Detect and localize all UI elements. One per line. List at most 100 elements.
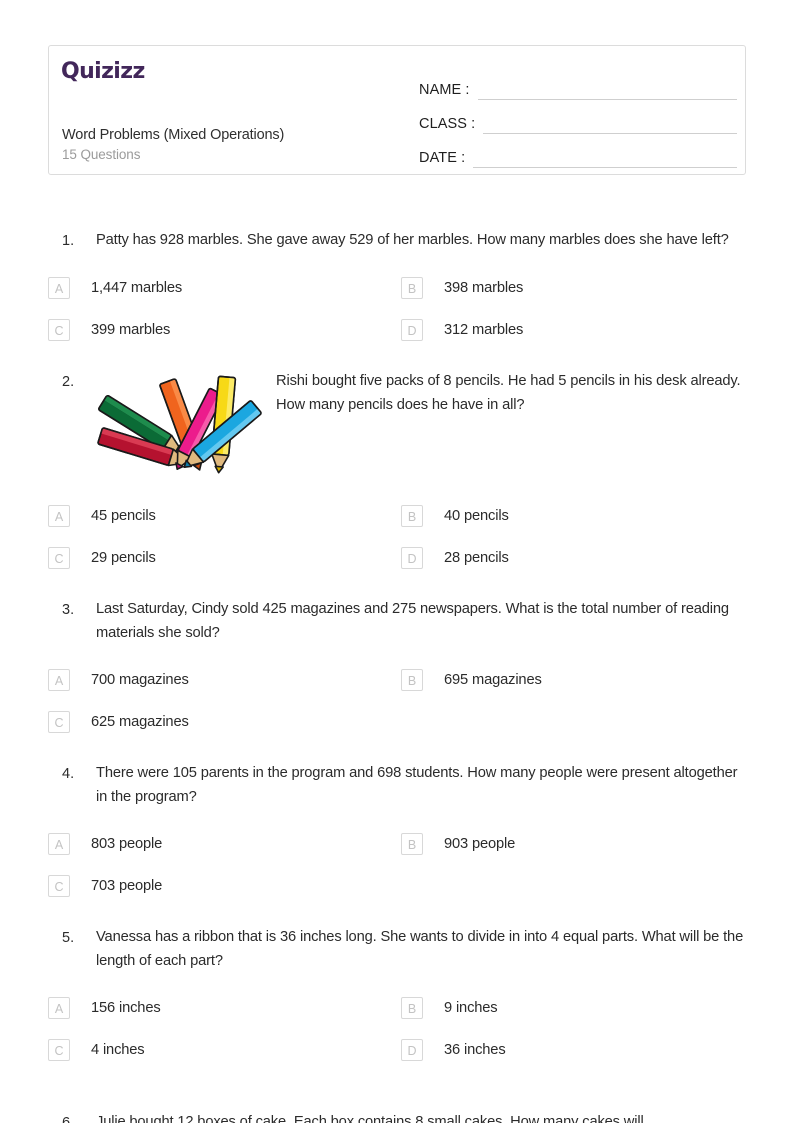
question-text: Vanessa has a ribbon that is 36 inches l… bbox=[96, 929, 744, 969]
option-text: 399 marbles bbox=[91, 322, 171, 338]
option-d[interactable]: D 28 pencils bbox=[401, 537, 754, 579]
questions-list: 1. Patty has 928 marbles. She gave away … bbox=[0, 228, 794, 1071]
pencils-illustration bbox=[96, 371, 264, 481]
question-block: 3. Last Saturday, Cindy sold 425 magazin… bbox=[0, 597, 794, 743]
name-field-row: NAME : bbox=[419, 66, 737, 100]
option-c[interactable]: C 399 marbles bbox=[48, 309, 401, 351]
options-grid: A 700 magazines B 695 magazines C 625 ma… bbox=[0, 659, 794, 743]
worksheet-header: Quizizz Word Problems (Mixed Operations)… bbox=[48, 45, 746, 175]
question-header: 3. Last Saturday, Cindy sold 425 magazin… bbox=[0, 597, 794, 645]
options-row: A 1,447 marbles B 398 marbles bbox=[48, 267, 754, 309]
option-text: 36 inches bbox=[444, 1042, 506, 1058]
date-field-label: DATE : bbox=[419, 150, 466, 166]
options-row: A 45 pencils B 40 pencils bbox=[48, 495, 754, 537]
class-input-line[interactable] bbox=[483, 111, 737, 134]
option-letter: D bbox=[401, 319, 423, 341]
option-a[interactable]: A 156 inches bbox=[48, 987, 401, 1029]
option-letter: A bbox=[48, 669, 70, 691]
class-field-label: CLASS : bbox=[419, 116, 476, 132]
option-text: 903 people bbox=[444, 836, 516, 852]
question-block: 1. Patty has 928 marbles. She gave away … bbox=[0, 228, 794, 351]
option-text: 9 inches bbox=[444, 1000, 498, 1016]
option-b[interactable]: B 9 inches bbox=[401, 987, 754, 1029]
option-text: 398 marbles bbox=[444, 280, 524, 296]
option-letter: C bbox=[48, 1039, 70, 1061]
options-row: C 399 marbles D 312 marbles bbox=[48, 309, 754, 351]
option-letter: C bbox=[48, 875, 70, 897]
option-letter: A bbox=[48, 997, 70, 1019]
option-d[interactable]: D 36 inches bbox=[401, 1029, 754, 1071]
options-row: A 156 inches B 9 inches bbox=[48, 987, 754, 1029]
option-text: 156 inches bbox=[91, 1000, 161, 1016]
question-header: 4. There were 105 parents in the program… bbox=[0, 761, 794, 809]
options-row: C 703 people bbox=[48, 865, 754, 907]
options-row: A 803 people B 903 people bbox=[48, 823, 754, 865]
question-number: 1. bbox=[62, 233, 75, 249]
option-placeholder bbox=[401, 865, 754, 907]
partial-question-block: 6. Julie bought 12 boxes of cake. Each b… bbox=[0, 1110, 794, 1123]
option-letter: C bbox=[48, 547, 70, 569]
question-body: Patty has 928 marbles. She gave away 529… bbox=[96, 228, 748, 252]
date-input-line[interactable] bbox=[473, 145, 737, 168]
question-text: Last Saturday, Cindy sold 425 magazines … bbox=[96, 601, 729, 641]
question-number: 5. bbox=[62, 930, 75, 946]
option-b[interactable]: B 398 marbles bbox=[401, 267, 754, 309]
option-c[interactable]: C 625 magazines bbox=[48, 701, 401, 743]
question-count: 15 Questions bbox=[62, 147, 141, 162]
page-title: Word Problems (Mixed Operations) bbox=[62, 127, 285, 143]
question-number: 2. bbox=[62, 374, 75, 390]
question-number: 6. bbox=[62, 1115, 75, 1123]
student-info-fields: NAME : CLASS : DATE : bbox=[419, 66, 737, 168]
option-text: 40 pencils bbox=[444, 508, 509, 524]
options-row: A 700 magazines B 695 magazines bbox=[48, 659, 754, 701]
option-d[interactable]: D 312 marbles bbox=[401, 309, 754, 351]
option-c[interactable]: C 29 pencils bbox=[48, 537, 401, 579]
option-placeholder bbox=[401, 701, 754, 743]
option-letter: D bbox=[401, 1039, 423, 1061]
class-field-row: CLASS : bbox=[419, 100, 737, 134]
option-a[interactable]: A 1,447 marbles bbox=[48, 267, 401, 309]
question-body: Julie bought 12 boxes of cake. Each box … bbox=[96, 1110, 748, 1123]
option-b[interactable]: B 695 magazines bbox=[401, 659, 754, 701]
quizizz-logo: Quizizz bbox=[61, 59, 145, 84]
option-letter: C bbox=[48, 319, 70, 341]
option-b[interactable]: B 40 pencils bbox=[401, 495, 754, 537]
question-text: Patty has 928 marbles. She gave away 529… bbox=[96, 232, 729, 248]
options-grid: A 1,447 marbles B 398 marbles C 399 marb… bbox=[0, 267, 794, 351]
option-text: 803 people bbox=[91, 836, 163, 852]
option-a[interactable]: A 700 magazines bbox=[48, 659, 401, 701]
question-body: There were 105 parents in the program an… bbox=[96, 761, 748, 809]
option-text: 700 magazines bbox=[91, 672, 189, 688]
option-letter: B bbox=[401, 505, 423, 527]
options-row: C 29 pencils D 28 pencils bbox=[48, 537, 754, 579]
option-a[interactable]: A 803 people bbox=[48, 823, 401, 865]
name-field-label: NAME : bbox=[419, 82, 470, 98]
option-letter: B bbox=[401, 669, 423, 691]
option-text: 312 marbles bbox=[444, 322, 524, 338]
options-row: C 625 magazines bbox=[48, 701, 754, 743]
question-text: There were 105 parents in the program an… bbox=[96, 765, 738, 805]
option-letter: D bbox=[401, 547, 423, 569]
option-b[interactable]: B 903 people bbox=[401, 823, 754, 865]
option-letter: C bbox=[48, 711, 70, 733]
question-header: 2. Rishi bought five packs of 8 pencils.… bbox=[0, 369, 794, 481]
question-block: 4. There were 105 parents in the program… bbox=[0, 761, 794, 907]
option-a[interactable]: A 45 pencils bbox=[48, 495, 401, 537]
question-number: 4. bbox=[62, 766, 75, 782]
question-text: Julie bought 12 boxes of cake. Each box … bbox=[96, 1114, 644, 1123]
option-c[interactable]: C 703 people bbox=[48, 865, 401, 907]
option-text: 703 people bbox=[91, 878, 163, 894]
question-number: 3. bbox=[62, 602, 75, 618]
option-letter: A bbox=[48, 277, 70, 299]
option-text: 4 inches bbox=[91, 1042, 145, 1058]
question-body: Last Saturday, Cindy sold 425 magazines … bbox=[96, 597, 748, 645]
option-text: 1,447 marbles bbox=[91, 280, 183, 296]
option-c[interactable]: C 4 inches bbox=[48, 1029, 401, 1071]
options-grid: A 156 inches B 9 inches C 4 inches D 36 … bbox=[0, 987, 794, 1071]
question-header: 5. Vanessa has a ribbon that is 36 inche… bbox=[0, 925, 794, 973]
name-input-line[interactable] bbox=[477, 77, 737, 100]
option-text: 29 pencils bbox=[91, 550, 156, 566]
